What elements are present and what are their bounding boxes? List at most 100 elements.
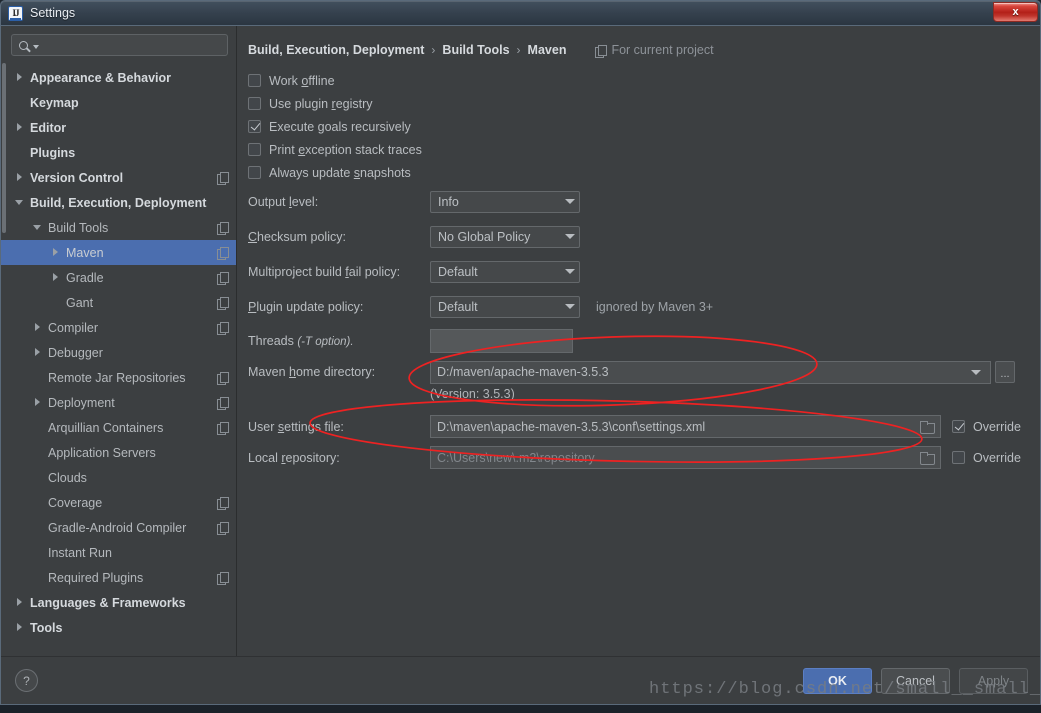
sidebar-item-remote-jar-repositories[interactable]: Remote Jar Repositories (1, 365, 236, 390)
chevron-right-icon[interactable] (15, 72, 26, 83)
sidebar-item-label: Build, Execution, Deployment (30, 196, 206, 210)
local-repository-input[interactable]: C:\Users\new\.m2\repository (430, 446, 941, 469)
sidebar-item-compiler[interactable]: Compiler (1, 315, 236, 340)
tree-spacer (33, 372, 44, 383)
breadcrumb-item-0[interactable]: Build, Execution, Deployment (248, 43, 424, 57)
sidebar-item-label: Instant Run (48, 546, 112, 560)
title-bar[interactable]: IJ Settings x (0, 0, 1041, 26)
local-repository-override[interactable]: Override (952, 451, 1021, 465)
chevron-down-icon[interactable] (33, 45, 39, 49)
sidebar-item-gant[interactable]: Gant (1, 290, 236, 315)
user-settings-input[interactable]: D:\maven\apache-maven-3.5.3\conf\setting… (430, 415, 941, 438)
sidebar-item-application-servers[interactable]: Application Servers (1, 440, 236, 465)
help-button[interactable]: ? (15, 669, 38, 692)
sidebar-item-gradle-android-compiler[interactable]: Gradle-Android Compiler (1, 515, 236, 540)
chevron-right-icon[interactable] (33, 397, 44, 408)
user-settings-override[interactable]: Override (952, 420, 1021, 434)
threads-label-hint: (-T option). (297, 336, 353, 348)
copy-icon (217, 322, 228, 333)
sidebar-item-label: Tools (30, 621, 62, 635)
row-output-level: Output level: Info (248, 184, 1028, 219)
sidebar-item-tools[interactable]: Tools (1, 615, 236, 640)
print-exception-stack-traces-label: Print exception stack traces (269, 143, 422, 157)
close-icon[interactable]: x (993, 2, 1038, 22)
sidebar-item-arquillian-containers[interactable]: Arquillian Containers (1, 415, 236, 440)
chevron-down-icon[interactable] (33, 222, 44, 233)
chevron-right-icon[interactable] (15, 122, 26, 133)
execute-goals-recursively-checkbox[interactable] (248, 120, 261, 133)
sidebar-item-instant-run[interactable]: Instant Run (1, 540, 236, 565)
breadcrumb-separator: › (431, 43, 435, 57)
multiproject-policy-select[interactable]: Default (430, 261, 580, 283)
chevron-right-icon[interactable] (51, 272, 62, 283)
sidebar-item-keymap[interactable]: Keymap (1, 90, 236, 115)
copy-icon (217, 422, 228, 433)
sidebar-item-deployment[interactable]: Deployment (1, 390, 236, 415)
always-update-snapshots-checkbox[interactable] (248, 166, 261, 179)
sidebar-item-label: Gant (66, 296, 93, 310)
chevron-right-icon[interactable] (33, 322, 44, 333)
plugin-update-policy-select[interactable]: Default (430, 296, 580, 318)
search-input[interactable] (11, 34, 228, 56)
breadcrumb-item-1[interactable]: Build Tools (442, 43, 509, 57)
work-offline-label: Work offline (269, 74, 335, 88)
chevron-right-icon[interactable] (15, 597, 26, 608)
sidebar-item-required-plugins[interactable]: Required Plugins (1, 565, 236, 590)
user-settings-override-checkbox[interactable] (952, 420, 965, 433)
plugin-update-policy-hint: ignored by Maven 3+ (596, 300, 713, 314)
sidebar-item-gradle[interactable]: Gradle (1, 265, 236, 290)
sidebar-item-clouds[interactable]: Clouds (1, 465, 236, 490)
checksum-policy-select[interactable]: No Global Policy (430, 226, 580, 248)
sidebar-item-editor[interactable]: Editor (1, 115, 236, 140)
tree-spacer (15, 97, 26, 108)
chevron-right-icon[interactable] (33, 347, 44, 358)
work-offline-checkbox[interactable] (248, 74, 261, 87)
chevron-right-icon[interactable] (15, 622, 26, 633)
maven-home-combo[interactable]: D:/maven/apache-maven-3.5.3 (430, 361, 991, 384)
sidebar-item-version-control[interactable]: Version Control (1, 165, 236, 190)
sidebar-item-label: Debugger (48, 346, 103, 360)
row-print-exception-stack-traces[interactable]: Print exception stack traces (248, 138, 1028, 161)
threads-input[interactable] (430, 329, 573, 353)
intellij-idea-icon: IJ (8, 6, 23, 21)
folder-icon[interactable] (920, 421, 934, 432)
row-execute-goals-recursively[interactable]: Execute goals recursively (248, 115, 1028, 138)
maven-version-label: (Version: 3.5.3) (430, 387, 1028, 407)
multiproject-policy-label: Multiproject build fail policy: (248, 265, 430, 279)
row-always-update-snapshots[interactable]: Always update snapshots (248, 161, 1028, 184)
chevron-down-icon[interactable] (15, 197, 26, 208)
dialog-content: Appearance & BehaviorKeymapEditorPlugins… (1, 26, 1040, 656)
sidebar-item-coverage[interactable]: Coverage (1, 490, 236, 515)
sidebar-item-plugins[interactable]: Plugins (1, 140, 236, 165)
sidebar-item-languages-frameworks[interactable]: Languages & Frameworks (1, 590, 236, 615)
sidebar-item-appearance-behavior[interactable]: Appearance & Behavior (1, 65, 236, 90)
print-exception-stack-traces-checkbox[interactable] (248, 143, 261, 156)
tree-spacer (33, 522, 44, 533)
sidebar-item-label: Build Tools (48, 221, 108, 235)
sidebar-item-label: Coverage (48, 496, 102, 510)
local-repository-override-checkbox[interactable] (952, 451, 965, 464)
row-local-repository: Local repository: C:\Users\new\.m2\repos… (248, 442, 1028, 473)
copy-icon (217, 272, 228, 283)
output-level-select[interactable]: Info (430, 191, 580, 213)
maven-home-browse-button[interactable]: ... (995, 361, 1015, 383)
tree-spacer (33, 497, 44, 508)
dialog-footer: ? OK Cancel Apply https://blog.csdn.net/… (1, 656, 1040, 704)
row-use-plugin-registry[interactable]: Use plugin registry (248, 92, 1028, 115)
settings-tree[interactable]: Appearance & BehaviorKeymapEditorPlugins… (1, 63, 236, 656)
sidebar-item-debugger[interactable]: Debugger (1, 340, 236, 365)
breadcrumb-item-2[interactable]: Maven (528, 43, 567, 57)
sidebar-item-label: Gradle-Android Compiler (48, 521, 186, 535)
row-plugin-update-policy: Plugin update policy: Default ignored by… (248, 289, 1028, 324)
user-settings-label: User settings file: (248, 420, 430, 434)
sidebar-item-label: Arquillian Containers (48, 421, 163, 435)
folder-icon[interactable] (920, 452, 934, 463)
sidebar-item-maven[interactable]: Maven (1, 240, 236, 265)
sidebar-item-build-execution-deployment[interactable]: Build, Execution, Deployment (1, 190, 236, 215)
output-level-label: Output level: (248, 195, 430, 209)
use-plugin-registry-checkbox[interactable] (248, 97, 261, 110)
sidebar-item-build-tools[interactable]: Build Tools (1, 215, 236, 240)
row-work-offline[interactable]: Work offline (248, 69, 1028, 92)
chevron-right-icon[interactable] (15, 172, 26, 183)
chevron-right-icon[interactable] (51, 247, 62, 258)
